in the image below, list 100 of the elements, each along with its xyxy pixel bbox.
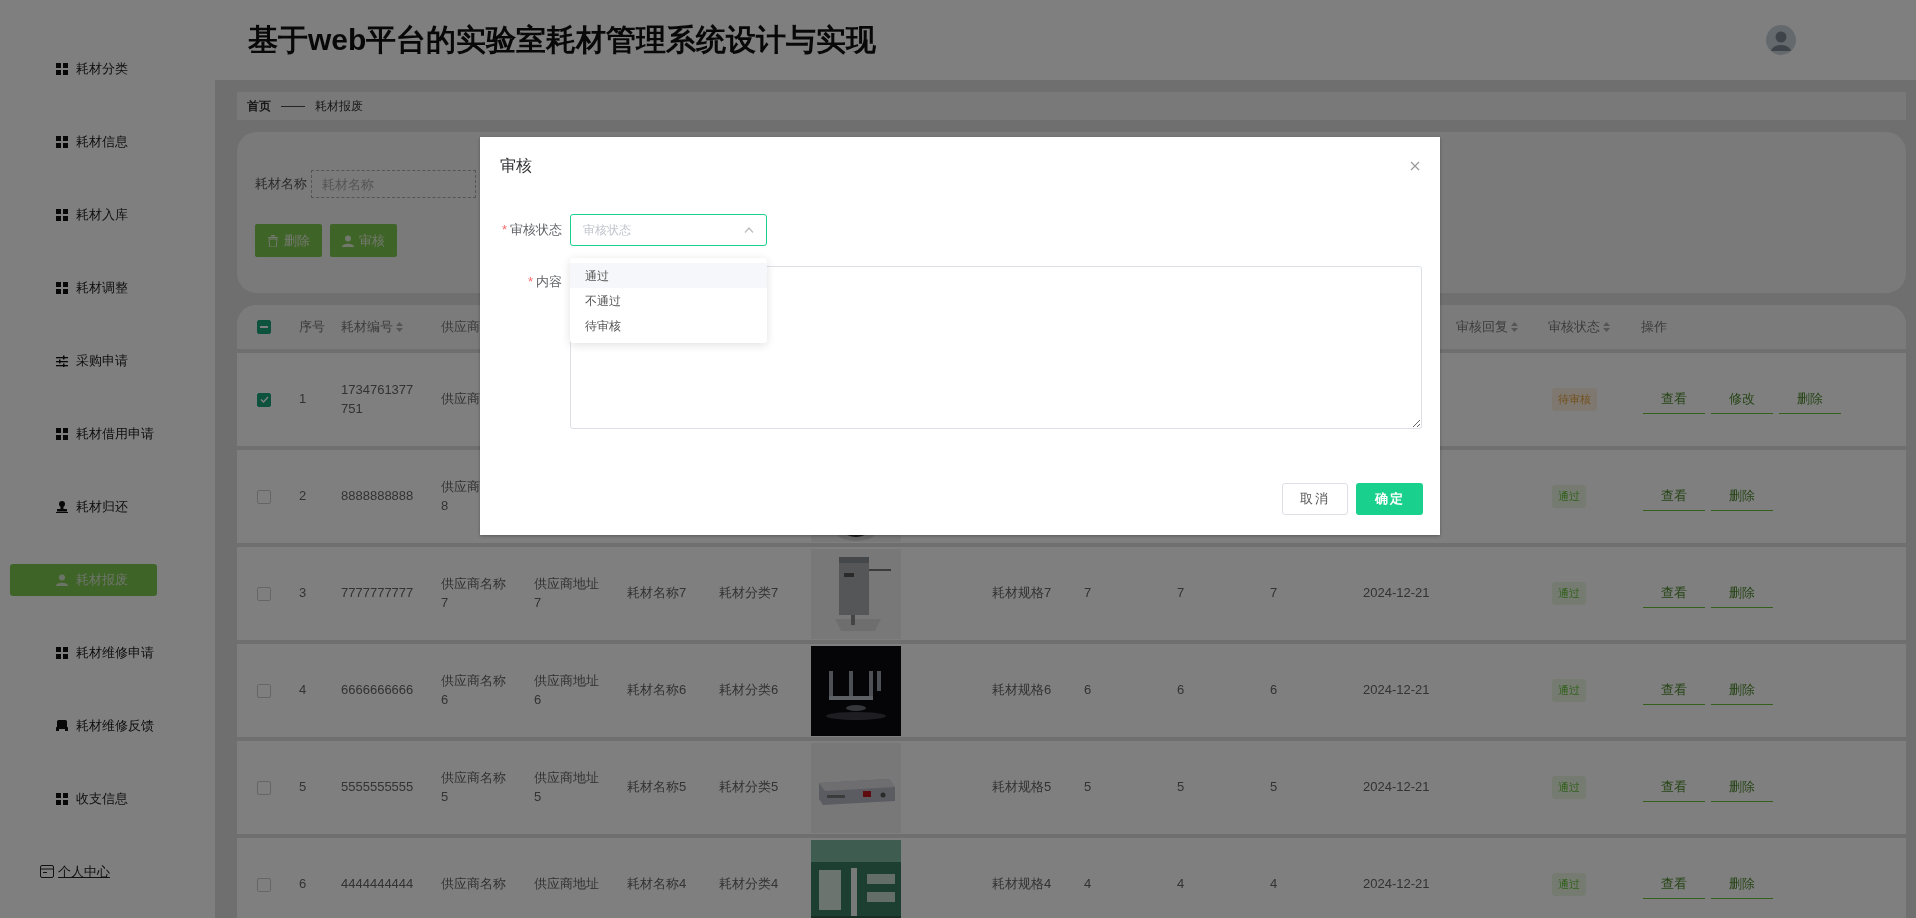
column-header[interactable]: 耗材编号 xyxy=(341,317,393,337)
delete-button[interactable]: 删除 xyxy=(255,224,322,257)
table-cell-text: 耗材分类4 xyxy=(718,875,780,894)
row-checkbox[interactable] xyxy=(257,877,271,892)
breadcrumb-link[interactable]: 首页 xyxy=(247,97,271,115)
action-link[interactable]: 查看 xyxy=(1643,579,1705,608)
sort-icon xyxy=(1511,322,1518,332)
table-cell-text: 耗材名称4 xyxy=(626,875,688,894)
sidebar-item[interactable]: 耗材借用申请 xyxy=(10,417,157,450)
select-all-checkbox[interactable] xyxy=(257,320,271,334)
grid-icon xyxy=(56,281,68,294)
table-cell-text: 6 xyxy=(298,875,308,894)
table-cell-text: 耗材规格6 xyxy=(991,681,1053,700)
table-cell-text: 耗材规格5 xyxy=(991,778,1053,797)
breadcrumb-item: 耗材报废 xyxy=(315,98,363,115)
grid-icon xyxy=(56,62,68,75)
table-cell-text: 6 xyxy=(1269,681,1279,700)
calendar-icon xyxy=(40,865,54,878)
action-link[interactable]: 修改 xyxy=(1711,385,1773,414)
field-label: 审核状态 xyxy=(510,221,562,239)
row-checkbox[interactable] xyxy=(257,780,271,795)
grid-icon xyxy=(56,135,68,148)
dropdown-option[interactable]: 通过 xyxy=(570,263,767,288)
table-cell-text: 供应商地址7 xyxy=(533,574,600,612)
sidebar-item[interactable]: 耗材信息 xyxy=(10,125,157,158)
close-icon xyxy=(1410,161,1420,171)
table-cell-text: 1734761377751 xyxy=(340,380,415,418)
action-link[interactable]: 查看 xyxy=(1643,870,1705,899)
table-cell-text: 6 xyxy=(1083,681,1093,700)
row-checkbox[interactable] xyxy=(257,683,271,698)
action-link[interactable]: 删除 xyxy=(1711,773,1773,802)
table-cell-text: 2024-12-21 xyxy=(1362,875,1431,894)
action-link[interactable]: 删除 xyxy=(1711,870,1773,899)
table-cell-text: 7 xyxy=(1176,584,1186,603)
field-label: 内容 xyxy=(536,273,562,291)
close-button[interactable] xyxy=(1408,159,1422,173)
table-cell-text: 4 xyxy=(1269,875,1279,894)
status-tag: 待审核 xyxy=(1552,388,1597,411)
confirm-button[interactable]: 确定 xyxy=(1356,483,1423,515)
sidebar-item[interactable]: 耗材维修反馈 xyxy=(10,709,157,742)
stamp-icon xyxy=(56,500,68,513)
status-tag: 通过 xyxy=(1552,582,1586,605)
action-link[interactable]: 查看 xyxy=(1643,676,1705,705)
table-cell-text: 供应商地址6 xyxy=(533,671,600,709)
table-cell-text: 2024-12-21 xyxy=(1362,584,1431,603)
table-cell-text: 3 xyxy=(298,584,308,603)
cancel-button[interactable]: 取消 xyxy=(1282,483,1348,515)
column-header[interactable]: 审核状态 xyxy=(1548,317,1600,337)
action-link[interactable]: 删除 xyxy=(1779,385,1841,414)
row-checkbox[interactable] xyxy=(257,586,271,601)
table-cell-text: 6 xyxy=(1176,681,1186,700)
status-select[interactable]: 审核状态 xyxy=(570,214,767,246)
action-link[interactable]: 删除 xyxy=(1711,482,1773,511)
table-cell-text: 耗材分类6 xyxy=(718,681,780,700)
action-link[interactable]: 查看 xyxy=(1643,385,1705,414)
column-header: 供应商 xyxy=(441,318,480,337)
user-icon xyxy=(342,234,354,247)
sidebar-item[interactable]: 耗材维修申请 xyxy=(10,636,157,669)
dropdown-option[interactable]: 待审核 xyxy=(570,313,767,338)
table-cell-text: 4 xyxy=(1176,875,1186,894)
table-cell-text: 供应商名称6 xyxy=(440,671,507,709)
sidebar-item[interactable]: 耗材入库 xyxy=(10,198,157,231)
table-cell-text: 耗材规格4 xyxy=(991,875,1053,894)
profile-link[interactable]: 个人中心 xyxy=(0,835,215,908)
sidebar-item[interactable]: 收支信息 xyxy=(10,782,157,815)
status-tag: 通过 xyxy=(1552,873,1586,896)
action-link[interactable]: 删除 xyxy=(1711,676,1773,705)
sidebar-item[interactable]: 耗材报废 xyxy=(10,563,157,596)
table-cell-text: 供应商名称5 xyxy=(440,768,507,806)
status-tag: 通过 xyxy=(1552,776,1586,799)
required-mark: * xyxy=(501,222,507,237)
table-cell-text: 5 xyxy=(1176,778,1186,797)
table-cell-text: 2024-12-21 xyxy=(1362,681,1431,700)
column-header[interactable]: 审核回复 xyxy=(1456,317,1508,337)
action-link[interactable]: 查看 xyxy=(1643,773,1705,802)
page-title: 基于web平台的实验室耗材管理系统设计与实现 xyxy=(248,22,877,58)
sidebar-item[interactable]: 耗材分类 xyxy=(10,52,157,85)
table-cell-text: 2024-12-21 xyxy=(1362,778,1431,797)
sidebar-item[interactable]: 耗材调整 xyxy=(10,271,157,304)
breadcrumb-item: —— xyxy=(281,98,305,115)
table-cell-text: 供应商名称 xyxy=(440,875,507,894)
grid-icon xyxy=(56,792,68,805)
table-cell-text: 4 xyxy=(298,681,308,700)
table-cell-text: 耗材名称6 xyxy=(626,681,688,700)
review-button[interactable]: 审核 xyxy=(330,224,397,257)
sidebar-item[interactable]: 采购申请 xyxy=(10,344,157,377)
table-cell-text: 7 xyxy=(1083,584,1093,603)
row-checkbox[interactable] xyxy=(257,489,271,504)
action-link[interactable]: 删除 xyxy=(1711,579,1773,608)
sidebar-item[interactable]: 耗材归还 xyxy=(10,490,157,523)
minus-icon xyxy=(260,326,268,328)
table-cell-text: 供应商地址5 xyxy=(533,768,600,806)
table-cell-text: 供应商名称7 xyxy=(440,574,507,612)
field-label: 耗材名称 xyxy=(255,175,307,194)
table-cell-text: 2 xyxy=(298,487,308,506)
status-tag: 通过 xyxy=(1552,679,1586,702)
action-link[interactable]: 查看 xyxy=(1643,482,1705,511)
dropdown-option[interactable]: 不通过 xyxy=(570,288,767,313)
user-icon xyxy=(56,573,68,586)
row-checkbox[interactable] xyxy=(257,392,271,407)
